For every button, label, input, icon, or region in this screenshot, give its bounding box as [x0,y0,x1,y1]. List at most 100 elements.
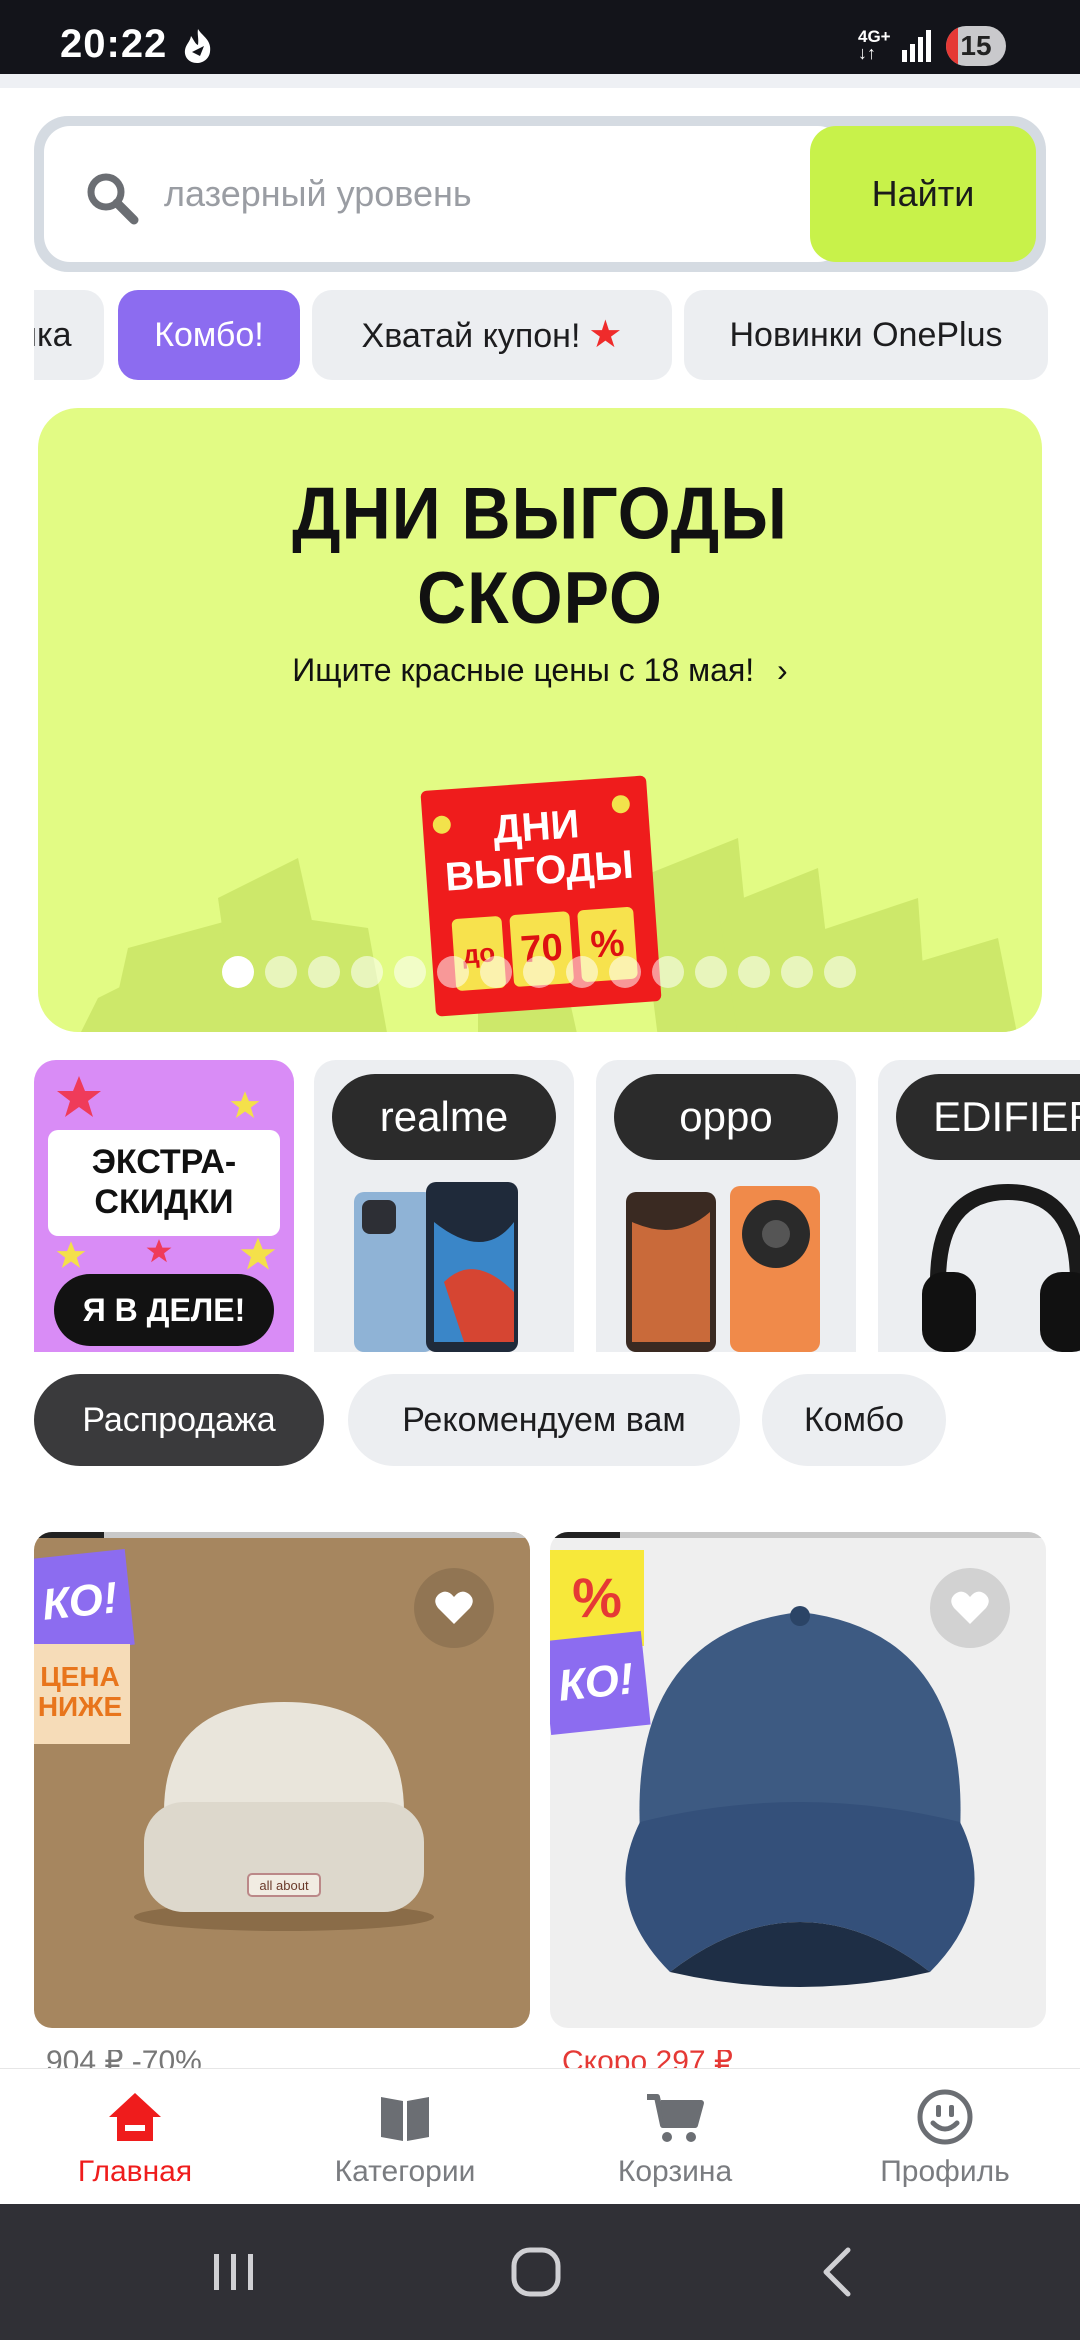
search-button[interactable]: Найти [810,126,1036,262]
nav-cart[interactable]: Корзина [540,2069,810,2205]
brand-carousel: ЭКСТРА- СКИДКИ Я В ДЕЛЕ! realme oppo EDI… [34,1060,1080,1352]
pager-dot[interactable] [437,956,469,988]
home-icon [109,2093,161,2141]
catalog-book-icon [381,2097,429,2141]
product-card[interactable]: all about КО! ЦЕНА НИЖЕ [34,1532,530,2028]
combo-sticker: КО! [34,1549,135,1655]
product-price-old: 904 ₽ -70% [46,2050,346,2068]
app-screen: 20:22 4G+ ↓↑ 15 Найти [0,0,1080,2340]
favorite-button[interactable] [414,1568,494,1648]
product-price-soon: Скоро 297 ₽ [562,2050,862,2068]
pager-dot[interactable] [523,956,555,988]
chip-label: ика [34,316,72,354]
tab-sale[interactable]: Распродажа [34,1374,324,1466]
chip-partial[interactable]: ика [34,290,104,380]
favorite-button[interactable] [930,1568,1010,1648]
price-lower-sticker: ЦЕНА НИЖЕ [34,1644,130,1744]
tab-label: Распродажа [82,1401,276,1439]
pager-dot[interactable] [480,956,512,988]
pager-dot[interactable] [222,956,254,988]
tab-combo[interactable]: Комбо [762,1374,946,1466]
extra-discounts-ticket: ЭКСТРА- СКИДКИ [48,1130,280,1236]
search-icon [87,173,139,225]
pager-dot[interactable] [566,956,598,988]
tab-recommended[interactable]: Рекомендуем вам [348,1374,740,1466]
pager-dot[interactable] [308,956,340,988]
star-icon [57,1076,101,1117]
card-progress-line [34,1532,530,1538]
pager-dot[interactable] [824,956,856,988]
heart-icon [951,1591,989,1624]
battery-indicator: 15 [946,26,1006,66]
nav-home[interactable]: Главная [0,2069,270,2205]
pager-dot[interactable] [781,956,813,988]
recent-apps-icon[interactable] [204,2242,264,2302]
chip-label: Новинки OnePlus [729,316,1003,354]
chip-combo[interactable]: Комбо! [118,290,300,380]
smartphone-image [626,1186,820,1352]
app-notification-icon [184,29,211,63]
home-system-icon[interactable] [506,2242,566,2302]
extra-discounts-card[interactable]: ЭКСТРА- СКИДКИ Я В ДЕЛЕ! [34,1060,294,1352]
extra-line1: ЭКСТРА- [91,1143,237,1181]
smartphone-image [354,1182,518,1352]
star-icon [240,1237,276,1270]
brand-logo-realme: realme [332,1074,556,1160]
nav-label: Главная [77,2155,193,2188]
signal-icon [902,30,931,62]
price-text: 904 ₽ -70% [46,2050,202,2068]
data-arrows-icon: ↓↑ [858,43,876,63]
chip-oneplus-new[interactable]: Новинки OnePlus [684,290,1048,380]
sticker-line: ЦЕНА [40,1661,120,1692]
heart-icon [435,1591,473,1624]
pager-dot[interactable] [609,956,641,988]
nav-profile[interactable]: Профиль [810,2069,1080,2205]
card-progress-line [550,1532,1046,1538]
promo-banner[interactable]: ДНИ ВЫГОДЫ СКОРО Ищите красные цены с 18… [38,408,1042,1032]
headphones-image [922,1183,1080,1352]
nav-categories[interactable]: Категории [270,2069,540,2205]
pager-dot[interactable] [695,956,727,988]
banner-subtitle-text: Ищите красные цены с 18 мая! [292,652,755,688]
pager-dot[interactable] [394,956,426,988]
star-icon [230,1091,260,1119]
brand-card-realme[interactable]: realme [314,1060,574,1352]
banner-title-line2: СКОРО [417,557,663,640]
pager-dot[interactable] [652,956,684,988]
battery-level: 15 [960,30,992,61]
brand-logo-oppo: oppo [614,1074,838,1160]
brand-logo-edifier: EDIFIER [896,1074,1080,1160]
search-input[interactable] [164,126,824,262]
hat-label: all about [259,1878,309,1893]
im-in-button[interactable]: Я В ДЕЛЕ! [54,1274,274,1346]
sticker-line: НИЖЕ [37,1691,123,1722]
pager-dot[interactable] [738,956,770,988]
banner-title-line1: ДНИ ВЫГОДЫ [292,472,788,555]
back-icon[interactable] [810,2242,870,2302]
nav-label: Профиль [880,2155,1010,2188]
brand-card-oppo[interactable]: oppo [596,1060,856,1352]
chevron-right-icon: › [777,652,788,688]
search-bar: Найти [34,116,1046,272]
quick-chips-row: ика Комбо! Хватай купон!★ Новинки OnePlu… [34,290,1080,382]
card-progress-fill [34,1532,104,1538]
banner-title: ДНИ ВЫГОДЫ СКОРО [38,472,1042,640]
extra-line2: СКИДКИ [94,1183,234,1221]
top-divider [0,74,1080,88]
bottom-navigation: Главная Категории Корзина Профиль [0,2068,1080,2204]
brand-card-edifier[interactable]: EDIFIER [878,1060,1080,1352]
combo-sticker: КО! [550,1631,651,1735]
battery-low-fill [946,26,958,66]
product-card[interactable]: % КО! [550,1532,1046,2028]
search-field[interactable] [44,126,844,262]
card-progress-fill [550,1532,620,1538]
chip-grab-coupon[interactable]: Хватай купон! ★ [312,290,672,380]
pager-dot[interactable] [351,956,383,988]
pager-dot[interactable] [265,956,297,988]
price-text: Скоро 297 ₽ [562,2050,733,2068]
star-icon [56,1241,86,1269]
nav-label: Корзина [617,2155,733,2188]
status-bar: 20:22 4G+ ↓↑ 15 [0,0,1080,74]
banner-subtitle: Ищите красные цены с 18 мая! › [38,652,1042,689]
network-indicator: 4G+ ↓↑ [858,28,891,62]
